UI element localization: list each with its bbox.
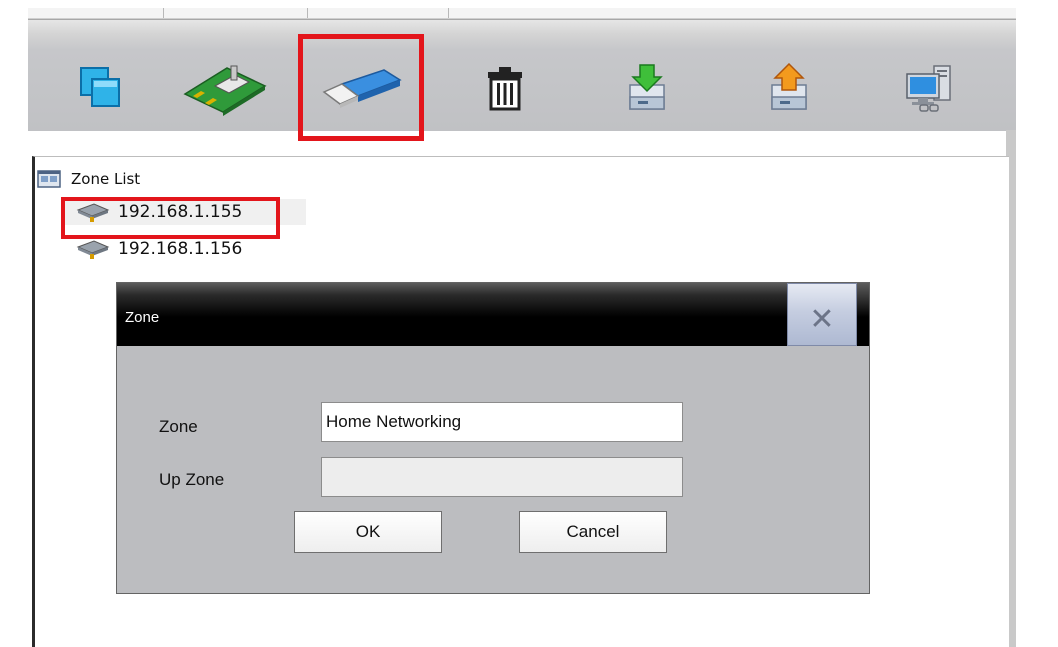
network-computer-button[interactable] [884,53,974,123]
trash-icon [488,67,522,111]
ok-button-label: OK [355,522,381,541]
toolbar [28,19,1016,141]
cancel-button-label: Cancel [566,522,620,541]
import-button[interactable] [602,53,692,123]
import-icon [629,64,665,110]
up-zone-field-label: Up Zone [159,470,225,489]
delete-button[interactable] [460,53,550,123]
export-button[interactable] [744,53,834,123]
copy-zone-icon [80,67,120,107]
tree-root-label: Zone List [71,170,141,188]
zone-field-label: Zone [159,417,198,436]
network-switch-icon [76,240,110,259]
zone-name-input[interactable] [321,402,683,442]
network-card-icon [183,65,267,116]
copy-zone-button[interactable] [56,53,146,123]
dialog-title: Zone [125,309,160,326]
right-gutter [1016,0,1058,647]
tree-root[interactable]: Zone List [37,168,140,190]
tab-strip [28,8,1016,19]
selection-highlight-box [61,197,280,239]
dialog-close-button[interactable]: ✕ [787,283,857,346]
up-zone-input[interactable] [321,457,683,497]
tab-separator [448,8,449,18]
zone-list-icon [37,170,61,188]
usb-drive-icon [322,68,402,108]
tab-separator [163,8,164,18]
usb-drive-button[interactable] [298,34,424,141]
network-computer-icon [906,65,951,112]
tree-item-192-168-1-156[interactable]: 192.168.1.156 [76,238,242,260]
dialog-title-bar[interactable]: Zone [117,283,787,346]
network-card-button[interactable] [180,53,270,123]
zone-dialog: Zone ✕ Zone Up Zone OK Cancel [116,282,870,594]
application-window: Zone List 192.168.1.155 192.168.1.156 Zo… [0,0,1058,647]
ok-button[interactable]: OK [294,511,442,553]
export-icon [771,63,807,110]
tab-separator [307,8,308,18]
tree-item-label: 192.168.1.156 [118,239,243,259]
close-icon: ✕ [809,301,835,337]
cancel-button[interactable]: Cancel [519,511,667,553]
dialog-title-bar-edge [857,283,869,346]
